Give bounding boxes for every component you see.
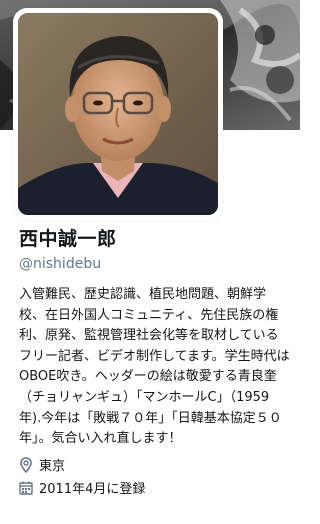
bio-text: 入管難民、歴史認識、植民地問題、朝鮮学校、在日外国人コミュニティ、先住民族の権利… [19, 287, 290, 447]
location-text: 東京 [39, 459, 66, 475]
profile-info: 西中誠一郎 @nishidebu 入管難民、歴史認識、植民地問題、朝鮮学校、在日… [19, 226, 291, 498]
calendar-icon [19, 480, 33, 496]
display-name[interactable]: 西中誠一郎 [19, 226, 291, 252]
joined-row: 2011年4月に登録 [19, 478, 291, 498]
avatar-frame[interactable] [13, 8, 223, 220]
avatar[interactable] [18, 13, 218, 215]
joined-text: 2011年4月に登録 [39, 482, 146, 498]
location-row: 東京 [19, 455, 291, 475]
map-pin-icon [19, 456, 33, 473]
screen-name[interactable]: @nishidebu [19, 255, 291, 273]
profile-page: 西中誠一郎 @nishidebu 入管難民、歴史認識、植民地問題、朝鮮学校、在日… [0, 0, 300, 524]
